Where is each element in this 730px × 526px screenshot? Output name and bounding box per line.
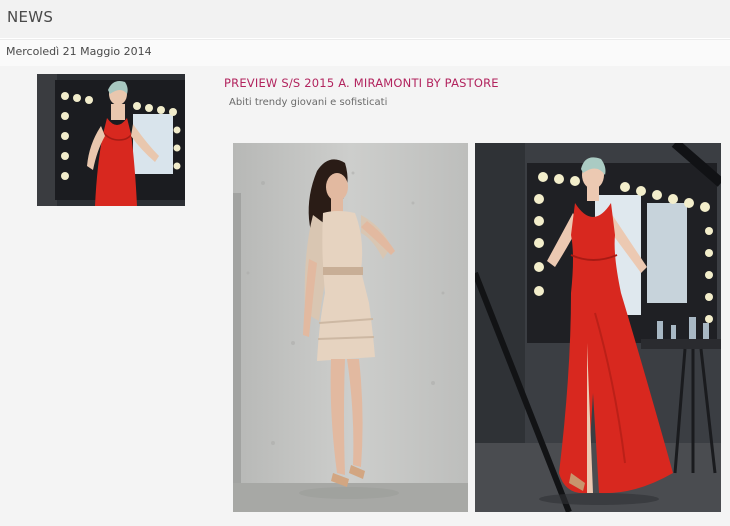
article-thumbnail[interactable] bbox=[37, 74, 185, 206]
photo-red-dress[interactable] bbox=[475, 143, 721, 512]
photo-beige-dress-image bbox=[233, 143, 468, 512]
photo-beige-dress[interactable] bbox=[233, 143, 468, 512]
photo-red-dress-image bbox=[475, 143, 721, 512]
news-page: NEWS Mercoledì 21 Maggio 2014 PREVIEW S/… bbox=[0, 0, 730, 526]
thumbnail-image bbox=[37, 74, 185, 206]
page-title: NEWS bbox=[7, 8, 54, 26]
date-bar: Mercoledì 21 Maggio 2014 bbox=[0, 39, 730, 67]
article-title-link[interactable]: PREVIEW S/S 2015 A. MIRAMONTI BY PASTORE bbox=[224, 76, 499, 90]
article-date: Mercoledì 21 Maggio 2014 bbox=[6, 45, 152, 58]
news-header: NEWS bbox=[0, 0, 730, 38]
article-subtitle: Abiti trendy giovani e sofisticati bbox=[229, 97, 388, 108]
